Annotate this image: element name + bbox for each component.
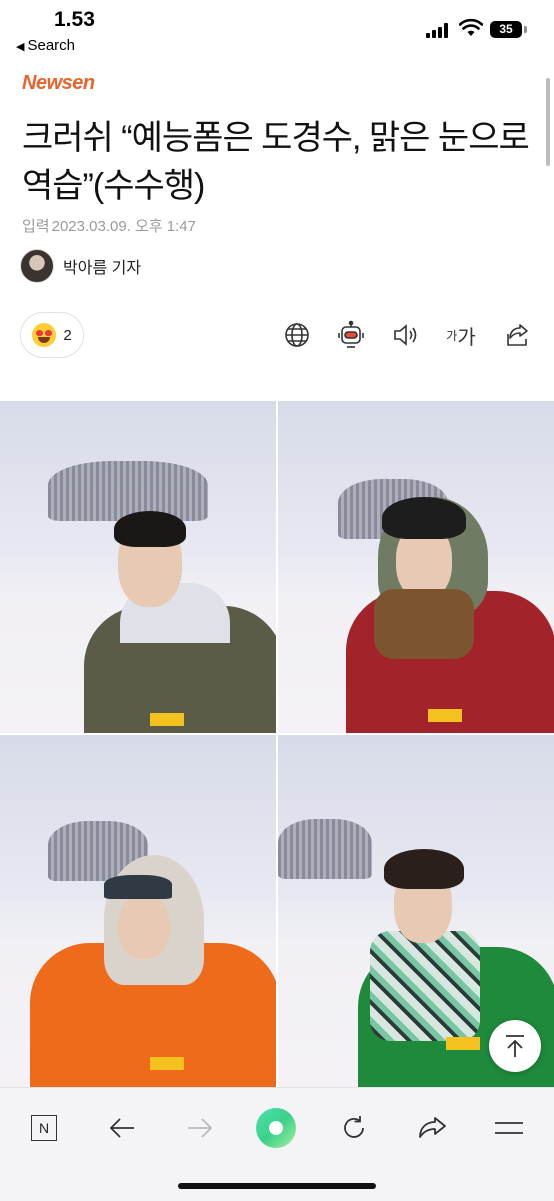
- speaker-icon[interactable]: [391, 320, 421, 350]
- green-dot-icon[interactable]: [256, 1108, 296, 1148]
- naver-n-label: N: [31, 1115, 57, 1141]
- battery-icon: 35: [490, 21, 522, 38]
- article-toolbar: 가가: [0, 320, 554, 352]
- article-date: 입력 2023.03.09. 오후 1:47: [22, 215, 196, 236]
- photo-top-right: [278, 401, 554, 733]
- back-arrow-icon[interactable]: [102, 1108, 142, 1148]
- reporter-avatar: [20, 249, 54, 283]
- reporter-name: 박아름 기자: [63, 260, 142, 277]
- forward-arrow-icon[interactable]: [180, 1108, 220, 1148]
- status-bar: 1.53 ◀ Search 35: [0, 0, 554, 62]
- wifi-icon: [459, 18, 483, 36]
- font-size-small: 가: [446, 328, 458, 343]
- font-size-icon[interactable]: 가가: [444, 320, 478, 350]
- date-value: 2023.03.09. 오후 1:47: [51, 218, 196, 235]
- font-size-large: 가: [457, 326, 476, 349]
- back-triangle-icon: ◀: [16, 41, 25, 53]
- reporter[interactable]: 박아름 기자: [20, 249, 141, 283]
- date-label: 입력: [22, 218, 50, 235]
- scroll-to-top-button[interactable]: [489, 1020, 541, 1072]
- arrow-up-icon: [506, 1035, 524, 1057]
- photo-top-left: [0, 401, 276, 733]
- article-photo: [0, 401, 554, 1087]
- status-time: 1.53: [54, 8, 95, 31]
- refresh-icon[interactable]: [334, 1108, 374, 1148]
- menu-icon[interactable]: [489, 1108, 529, 1148]
- share-icon[interactable]: [503, 320, 533, 350]
- back-to-search-link[interactable]: ◀ Search: [16, 37, 75, 54]
- share-arrow-icon[interactable]: [412, 1108, 452, 1148]
- scrollbar[interactable]: [546, 78, 550, 166]
- newsen-logo[interactable]: Newsen: [22, 72, 95, 95]
- photo-bottom-left: [0, 735, 276, 1087]
- naver-n-icon[interactable]: N: [24, 1108, 64, 1148]
- article-title: 크러쉬 “예능폼은 도경수, 맑은 눈으로 역습”(수수행): [22, 119, 530, 205]
- back-label: Search: [27, 37, 75, 54]
- robot-icon[interactable]: [336, 320, 366, 350]
- globe-icon[interactable]: [282, 320, 312, 350]
- cellular-signal-icon: [426, 22, 452, 38]
- battery-tip: [524, 26, 527, 33]
- home-indicator[interactable]: [178, 1183, 376, 1189]
